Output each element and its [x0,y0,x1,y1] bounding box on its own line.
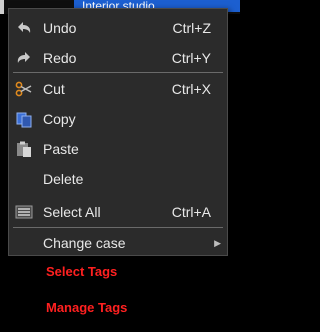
menu-item-undo[interactable]: Undo Ctrl+Z [9,15,227,41]
menu-item-cut[interactable]: Cut Ctrl+X [9,76,227,102]
menu-item-label: Delete [43,171,84,187]
menu-item-shortcut: Ctrl+A [171,204,211,220]
menu-item-label: Undo [43,20,77,36]
context-menu: Undo Ctrl+Z Redo Ctrl+Y Cut Ctrl+X Copy … [8,8,228,256]
menu-separator [13,227,223,228]
submenu-arrow-icon: ▶ [214,238,221,248]
menu-item-shortcut: Ctrl+X [171,81,211,97]
menu-item-copy[interactable]: Copy [9,106,227,132]
menu-item-paste[interactable]: Paste [9,136,227,162]
top-left-handle [0,0,4,14]
select-tags-link[interactable]: Select Tags [46,264,117,279]
menu-item-label: Cut [43,81,65,97]
manage-tags-link[interactable]: Manage Tags [46,300,127,315]
menu-item-change-case[interactable]: Change case ▶ [9,230,227,256]
menu-item-delete[interactable]: Delete [9,166,227,192]
undo-icon [15,19,33,37]
scissors-icon [15,80,33,98]
copy-icon [15,110,33,128]
menu-item-label: Redo [43,50,77,66]
paste-icon [15,140,33,158]
menu-separator [13,72,223,73]
menu-item-label: Paste [43,141,79,157]
menu-item-label: Select All [43,204,101,220]
redo-icon [15,49,33,67]
menu-item-label: Change case [43,235,126,251]
menu-item-shortcut: Ctrl+Z [172,20,212,36]
menu-item-label: Copy [43,111,76,127]
menu-item-select-all[interactable]: Select All Ctrl+A [9,199,227,225]
menu-item-redo[interactable]: Redo Ctrl+Y [9,45,227,71]
select-all-icon [15,203,33,221]
menu-item-shortcut: Ctrl+Y [171,50,211,66]
